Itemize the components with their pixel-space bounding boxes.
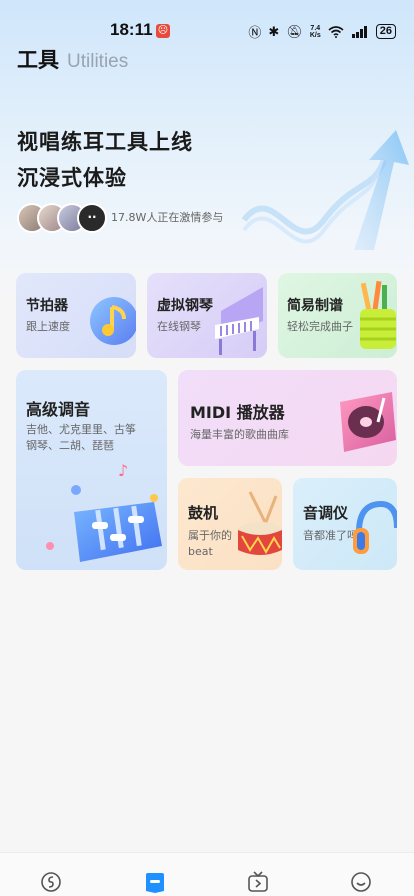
drum-desc-line2: beat	[188, 545, 213, 558]
drum-desc-line1: 属于你的	[188, 529, 232, 542]
midi-title: MIDI 播放器	[190, 403, 285, 422]
more-avatars-icon: ··	[77, 203, 107, 233]
simple-score-card[interactable]: 简易制谱 轻松完成曲子	[278, 273, 397, 358]
nfc-icon: Ⓝ	[248, 25, 262, 40]
discover-icon	[40, 872, 61, 892]
tab-tools[interactable]	[125, 853, 185, 893]
tuner-title: 音调仪	[303, 504, 349, 522]
score-title: 简易制谱	[287, 298, 343, 314]
svg-text:♪: ♪	[118, 462, 128, 480]
profile-icon	[351, 872, 372, 892]
mute-icon: 🔕︎	[286, 23, 303, 39]
record-player-icon	[340, 392, 396, 452]
metronome-card[interactable]: 节拍器 跟上速度	[16, 273, 136, 358]
rising-arrow-illustration	[241, 130, 409, 250]
tools-icon	[146, 873, 165, 893]
bluetooth-icon: ✱	[268, 23, 280, 39]
drum-machine-card[interactable]: 鼓机 属于你的 beat	[178, 478, 282, 570]
bottom-tab-bar	[0, 852, 414, 896]
page-header: 工具 Utilities	[17, 44, 128, 74]
advanced-desc-line2: 钢琴、二胡、琵琶	[26, 439, 114, 452]
tab-video[interactable]	[229, 853, 289, 893]
alert-icon: ☹	[156, 24, 170, 38]
metronome-desc: 跟上速度	[26, 320, 70, 333]
participant-avatars[interactable]: ··	[17, 203, 107, 233]
status-time: 18:11	[110, 20, 153, 39]
wifi-icon	[328, 25, 344, 38]
page-subtitle: Utilities	[67, 51, 129, 72]
net-speed: 7.4 K/s	[309, 24, 321, 39]
score-desc: 轻松完成曲子	[287, 320, 353, 333]
pencil-cup-icon	[360, 280, 396, 349]
page-title: 工具	[17, 48, 59, 72]
tab-discover[interactable]	[22, 853, 82, 893]
music-note-icon	[90, 297, 136, 345]
tuner-desc: 音都准了吗	[303, 529, 358, 542]
mixer-icon: ♪	[46, 462, 162, 562]
tab-profile[interactable]	[332, 853, 392, 893]
participants-count: 17.8W人正在激情参与	[111, 211, 224, 224]
battery-indicator: 26	[375, 24, 396, 39]
status-bar: 18:11 ☹ Ⓝ ✱ 🔕︎ 7.4 K/s 26	[0, 0, 414, 44]
advanced-desc-line1: 吉他、尤克里里、古筝	[26, 423, 136, 436]
tuner-card[interactable]: 音调仪 音都准了吗	[293, 478, 397, 570]
drum-icon	[238, 491, 282, 555]
banner-title-line2: 沉浸式体验	[17, 166, 127, 190]
advanced-tuning-card[interactable]: 高级调音 吉他、尤克里里、古筝 钢琴、二胡、琵琶 ♪	[16, 370, 167, 570]
piano-desc: 在线钢琴	[157, 320, 201, 333]
virtual-piano-card[interactable]: 虚拟钢琴 在线钢琴	[147, 273, 267, 358]
grand-piano-icon	[215, 287, 263, 355]
metronome-title: 节拍器	[26, 298, 68, 314]
video-icon	[247, 871, 268, 892]
advanced-title: 高级调音	[26, 400, 91, 419]
drum-title: 鼓机	[188, 504, 219, 522]
status-icons: Ⓝ ✱ 🔕︎ 7.4 K/s 26	[248, 22, 396, 41]
midi-player-card[interactable]: MIDI 播放器 海量丰富的歌曲曲库	[178, 370, 397, 466]
headphones-icon	[353, 500, 397, 554]
banner-title-line1: 视唱练耳工具上线	[17, 130, 193, 154]
signal-icon	[351, 25, 367, 38]
piano-title: 虚拟钢琴	[157, 298, 213, 314]
midi-desc: 海量丰富的歌曲曲库	[190, 428, 289, 441]
banner-title: 视唱练耳工具上线 沉浸式体验	[17, 124, 193, 196]
